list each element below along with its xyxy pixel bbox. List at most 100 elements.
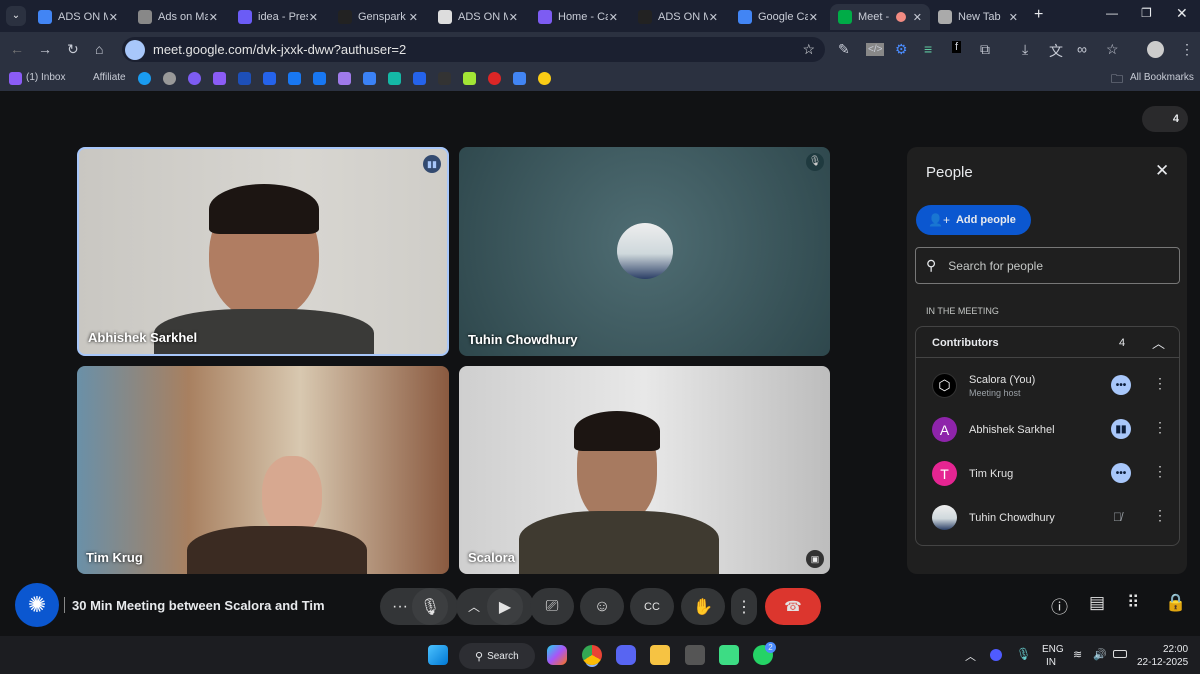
bookmarks-star-icon[interactable]: ☆ xyxy=(1106,41,1119,58)
windows-start-icon[interactable] xyxy=(428,645,448,665)
bookmark-icon-a[interactable] xyxy=(263,72,276,85)
tab-search-button[interactable]: ⌄ xyxy=(6,6,26,26)
bookmark-icon-bulb[interactable] xyxy=(538,72,551,85)
close-panel-icon[interactable]: ✕ xyxy=(1155,161,1169,181)
leave-call-button[interactable]: ☎ xyxy=(765,588,821,625)
bookmark-affiliate[interactable]: Affiliate xyxy=(93,72,126,83)
browser-tab[interactable]: idea - Pres ✕ xyxy=(230,4,326,30)
more-options-icon[interactable]: ⋮ xyxy=(1153,419,1167,436)
language-eng[interactable]: ENG xyxy=(1042,644,1064,655)
eyedropper-extension-icon[interactable]: ✎ xyxy=(838,41,850,58)
meta-bookmark-icon[interactable] xyxy=(288,72,301,85)
close-tab-icon[interactable]: ✕ xyxy=(409,11,418,24)
close-tab-icon[interactable]: ✕ xyxy=(1009,11,1018,24)
microphone-button[interactable]: 🎙 xyxy=(412,588,448,625)
more-options-icon[interactable]: ⋮ xyxy=(1153,507,1167,524)
video-tile-tuhin[interactable]: 🎙 Tuhin Chowdhury xyxy=(459,147,830,356)
volume-icon[interactable]: 🔊 xyxy=(1093,648,1107,661)
bookmark-icon-square[interactable] xyxy=(388,72,401,85)
browser-tab[interactable]: Google Ca ✕ xyxy=(730,4,826,30)
present-screen-button[interactable]: ⎚ xyxy=(530,588,574,625)
browser-tab[interactable]: ADS ON M ✕ xyxy=(630,4,726,30)
show-hidden-icons[interactable]: ︿ xyxy=(965,648,976,664)
code-extension-icon[interactable]: </> xyxy=(866,43,885,56)
add-people-button[interactable]: 👤+ Add people xyxy=(916,205,1031,235)
bookmark-inbox[interactable]: (1) Inbox xyxy=(26,72,65,83)
clock-time[interactable]: 22:00 xyxy=(1163,644,1188,655)
calculator-icon[interactable] xyxy=(685,645,705,665)
emoji-reaction-button[interactable]: ☺ xyxy=(580,588,624,625)
minimize-button[interactable]: — xyxy=(1106,6,1118,20)
close-tab-icon[interactable]: ✕ xyxy=(309,11,318,24)
settings-extension-icon[interactable]: ⚙ xyxy=(895,41,908,58)
meeting-details-icon[interactable]: ⓘ xyxy=(1051,593,1068,618)
video-tile-abhishek[interactable]: ▮▮ Abhishek Sarkhel xyxy=(77,147,449,356)
close-tab-icon[interactable]: ✕ xyxy=(509,11,518,24)
companion-button[interactable]: ✺ xyxy=(15,583,59,627)
more-options-button[interactable]: ⋮ xyxy=(731,588,757,625)
site-info-icon[interactable] xyxy=(125,39,145,60)
close-tab-icon[interactable]: ✕ xyxy=(709,11,718,24)
translate-icon[interactable]: 文 xyxy=(1049,41,1063,61)
new-tab-button[interactable]: + xyxy=(1034,6,1043,24)
chatgpt-bookmark-icon[interactable] xyxy=(163,72,176,85)
camera-button[interactable]: ▶ xyxy=(487,588,523,625)
reload-icon[interactable]: ↻ xyxy=(67,41,79,58)
close-tab-icon[interactable]: ✕ xyxy=(109,11,118,24)
microphone-tray-icon[interactable]: 🎙 xyxy=(1016,647,1031,661)
clock-date[interactable]: 22-12-2025 xyxy=(1137,657,1188,668)
bookmark-icon-sail[interactable] xyxy=(413,72,426,85)
raise-hand-button[interactable]: ✋ xyxy=(681,588,725,625)
extension-icon-f[interactable]: f xyxy=(952,41,962,53)
browser-tab[interactable]: ADS ON M ✕ xyxy=(30,4,126,30)
taskbar-search[interactable]: ⚲ Search xyxy=(459,643,535,669)
canva-bookmark-icon[interactable] xyxy=(188,72,201,85)
extensions-puzzle-icon[interactable]: ⧉ xyxy=(980,41,990,58)
chrome-icon[interactable] xyxy=(582,645,602,665)
activities-icon[interactable]: ⠿ xyxy=(1127,593,1139,613)
browser-tab[interactable]: New Tab ✕ xyxy=(930,4,1026,30)
back-icon[interactable]: ← xyxy=(10,41,24,57)
bookmark-star-icon[interactable]: ☆ xyxy=(802,41,815,58)
make-bookmark-icon[interactable] xyxy=(213,72,226,85)
framer-extension-icon[interactable]: ≡ xyxy=(924,41,932,57)
menu-kebab-icon[interactable]: ⋮ xyxy=(1180,41,1194,58)
link-icon[interactable]: ∞ xyxy=(1077,41,1087,57)
skype-bookmark-icon[interactable] xyxy=(138,72,151,85)
search-people-input[interactable]: ⚲ Search for people xyxy=(915,247,1180,284)
download-icon[interactable]: ⤓ xyxy=(1022,41,1028,58)
host-controls-icon[interactable]: 🔒 xyxy=(1165,593,1186,613)
close-window-button[interactable]: ✕ xyxy=(1176,5,1188,22)
browser-tab[interactable]: Meet - ✕ xyxy=(830,4,930,30)
forward-icon[interactable]: → xyxy=(38,41,52,57)
browser-tab[interactable]: Genspark ✕ xyxy=(330,4,426,30)
cal-bookmark-icon[interactable] xyxy=(438,72,451,85)
close-tab-icon[interactable]: ✕ xyxy=(209,11,218,24)
more-options-icon[interactable]: ⋮ xyxy=(1153,463,1167,480)
language-in[interactable]: IN xyxy=(1046,657,1056,668)
close-tab-icon[interactable]: ✕ xyxy=(609,11,618,24)
browser-tab[interactable]: Home - Ca ✕ xyxy=(530,4,626,30)
discord-icon[interactable] xyxy=(616,645,636,665)
all-bookmarks[interactable]: All Bookmarks xyxy=(1130,72,1194,83)
meta-bookmark-icon-2[interactable] xyxy=(313,72,326,85)
chat-icon[interactable]: ▤ xyxy=(1089,593,1105,613)
battery-icon[interactable] xyxy=(1113,650,1127,658)
pip-icon[interactable]: ▣ xyxy=(806,550,824,568)
chevron-up-icon[interactable]: ︿ xyxy=(1152,333,1165,352)
browser-tab[interactable]: Ads on Ma ✕ xyxy=(130,4,226,30)
captions-button[interactable]: CC xyxy=(630,588,674,625)
bookmark-icon-red[interactable] xyxy=(488,72,501,85)
bookmark-icon-triangle[interactable] xyxy=(363,72,376,85)
android-app-icon[interactable] xyxy=(719,645,739,665)
file-explorer-icon[interactable] xyxy=(650,645,670,665)
docs-bookmark-icon[interactable] xyxy=(513,72,526,85)
vidiq-bookmark-icon[interactable] xyxy=(463,72,476,85)
paypal-bookmark-icon[interactable] xyxy=(238,72,251,85)
wifi-icon[interactable]: ≋ xyxy=(1073,648,1082,661)
browser-tab[interactable]: ADS ON M ✕ xyxy=(430,4,526,30)
restore-button[interactable]: ❐ xyxy=(1141,6,1152,20)
tray-app-icon[interactable] xyxy=(990,649,1002,661)
video-tile-tim[interactable]: Tim Krug xyxy=(77,366,449,574)
contributors-header[interactable]: Contributors 4 ︿ xyxy=(916,327,1179,358)
